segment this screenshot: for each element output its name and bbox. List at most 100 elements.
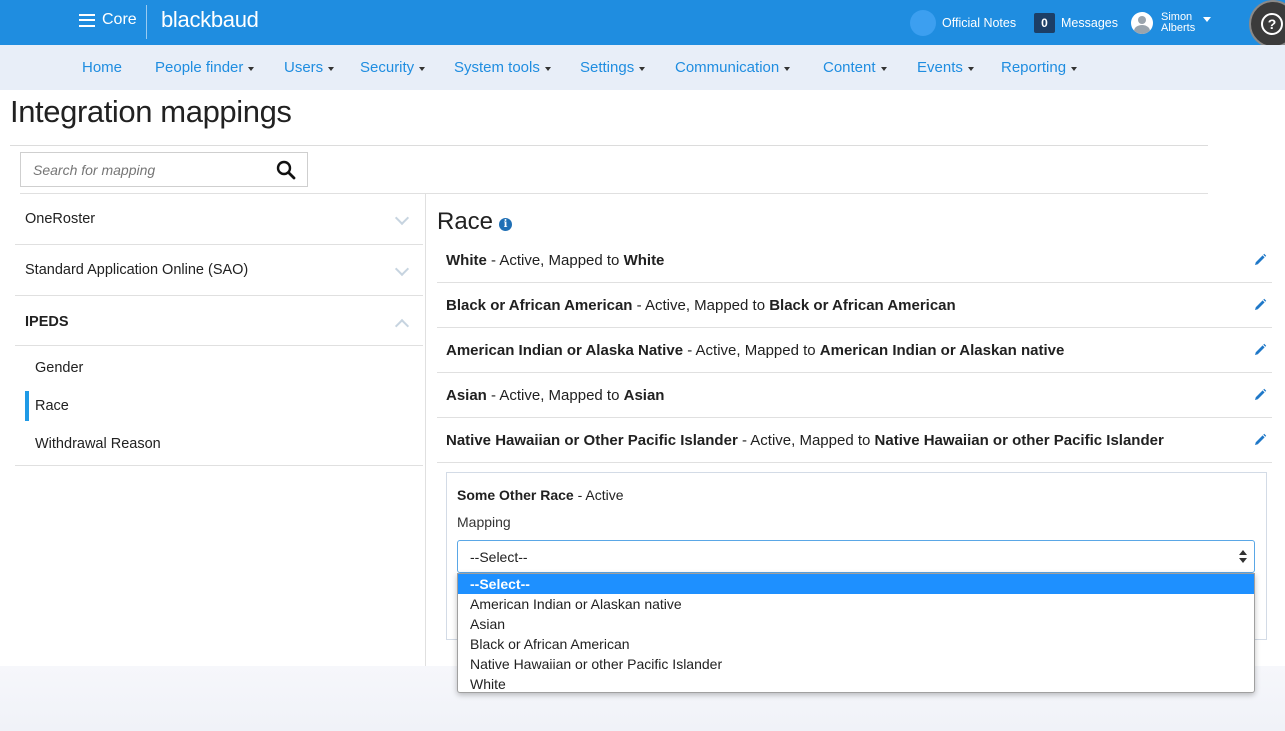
nav-people-finder-label: People finder [155, 59, 244, 76]
nav-communication[interactable]: Communication [675, 59, 791, 76]
editing-name: Some Other Race [457, 487, 574, 503]
nav-security[interactable]: Security [360, 59, 426, 76]
main-nav: Home People finder Users Security System… [0, 45, 1285, 90]
sidebar-item-race[interactable]: Race [35, 398, 69, 414]
dropdown-option[interactable]: --Select-- [458, 574, 1254, 594]
mapping-select-value: --Select-- [470, 549, 528, 565]
row-status: - Active, Mapped to [632, 297, 770, 314]
pencil-icon[interactable] [1253, 298, 1267, 312]
accordion-ipeds[interactable]: IPEDS [25, 314, 69, 330]
help-button[interactable]: ? [1249, 0, 1285, 48]
mapping-dropdown-list: --Select-- American Indian or Alaskan na… [457, 573, 1255, 693]
nav-reporting-label: Reporting [1001, 59, 1067, 76]
official-notes-label: Official Notes [942, 15, 1017, 30]
accordion-sao[interactable]: Standard Application Online (SAO) [25, 262, 248, 278]
mapping-select[interactable]: --Select-- [457, 540, 1255, 573]
divider [437, 327, 1272, 328]
top-bar: Core blackbaud Official Notes 0 Messages… [0, 0, 1285, 48]
row-name: Black or African American [446, 297, 633, 314]
accordion-oneroster[interactable]: OneRoster [25, 211, 95, 227]
nav-content-label: Content [823, 59, 876, 76]
row-name: American Indian or Alaska Native [446, 342, 684, 359]
notes-icon [910, 9, 936, 36]
sidebar-item-withdrawal-reason[interactable]: Withdrawal Reason [35, 436, 161, 452]
pencil-icon[interactable] [1253, 433, 1267, 447]
user-menu[interactable]: Simon Alberts [1131, 0, 1212, 45]
section-heading: Race i [437, 208, 513, 236]
dropdown-option[interactable]: Native Hawaiian or other Pacific Islande… [458, 654, 1254, 674]
nav-home[interactable]: Home [82, 59, 122, 76]
row-name: White [446, 252, 487, 269]
pencil-icon[interactable] [1253, 388, 1267, 402]
row-mapped: Asian [623, 387, 665, 404]
row-status: - Active, Mapped to [486, 252, 624, 269]
page-title: Integration mappings [10, 94, 292, 129]
divider [20, 193, 1208, 194]
nav-people-finder[interactable]: People finder [155, 59, 255, 76]
mapping-row: Black or African American - Active, Mapp… [446, 297, 956, 314]
column-divider [425, 193, 426, 666]
sidebar-item-gender[interactable]: Gender [35, 360, 83, 376]
mapping-row: White - Active, Mapped to White [446, 252, 664, 269]
mapping-row: Asian - Active, Mapped to Asian [446, 387, 664, 404]
nav-settings-label: Settings [580, 59, 635, 76]
nav-home-label: Home [82, 59, 123, 76]
messages-link[interactable]: 0 Messages [1034, 0, 1118, 45]
caret-down-icon [544, 66, 551, 71]
row-name: Asian [446, 387, 487, 404]
user-name: Simon Alberts [1161, 11, 1195, 34]
dropdown-option[interactable]: Asian [458, 614, 1254, 634]
nav-events-label: Events [917, 59, 963, 76]
divider [15, 345, 423, 346]
brand-divider [146, 5, 147, 39]
info-icon[interactable]: i [499, 217, 513, 231]
nav-users[interactable]: Users [284, 59, 335, 76]
row-status: - Active, Mapped to [683, 342, 820, 359]
divider [15, 244, 423, 245]
divider [437, 282, 1272, 283]
official-notes-link[interactable]: Official Notes [910, 0, 1016, 45]
nav-settings[interactable]: Settings [580, 59, 646, 76]
search-input[interactable] [21, 153, 266, 186]
search-box [20, 152, 308, 187]
mapping-row: American Indian or Alaska Native - Activ… [446, 342, 1064, 359]
hamburger-icon [79, 13, 95, 27]
nav-communication-label: Communication [675, 59, 780, 76]
avatar-icon [1131, 11, 1153, 34]
app-name: Core [102, 11, 137, 28]
pencil-icon[interactable] [1253, 343, 1267, 357]
nav-reporting[interactable]: Reporting [1001, 59, 1078, 76]
row-mapped: Black or African American [769, 297, 956, 314]
divider [437, 417, 1272, 418]
caret-down-icon [248, 66, 255, 71]
app-menu-button[interactable]: Core [79, 11, 137, 29]
row-status: - Active, Mapped to [737, 432, 875, 449]
chevron-down-icon[interactable] [394, 210, 410, 226]
blackbaud-logo: blackbaud [161, 7, 259, 32]
mapping-row: Native Hawaiian or Other Pacific Islande… [446, 432, 1164, 449]
select-arrows-icon [1239, 549, 1247, 565]
editing-row-title: Some Other Race - Active [457, 487, 624, 503]
row-mapped: White [623, 252, 665, 269]
search-icon[interactable] [276, 160, 296, 180]
dropdown-option[interactable]: White [458, 674, 1254, 692]
pencil-icon[interactable] [1253, 253, 1267, 267]
chevron-down-icon[interactable] [394, 261, 410, 277]
mapping-label: Mapping [457, 514, 511, 530]
row-mapped: American Indian or Alaskan native [819, 342, 1065, 359]
active-indicator [25, 391, 29, 421]
divider [437, 462, 1272, 463]
divider [15, 295, 423, 296]
row-name: Native Hawaiian or Other Pacific Islande… [446, 432, 738, 449]
nav-system-tools[interactable]: System tools [454, 59, 551, 76]
nav-content[interactable]: Content [823, 59, 887, 76]
divider [10, 145, 1208, 146]
chevron-up-icon[interactable] [394, 318, 410, 334]
caret-down-icon [328, 66, 335, 71]
caret-down-icon [967, 66, 974, 71]
caret-down-icon [419, 66, 426, 71]
nav-users-label: Users [284, 59, 324, 76]
dropdown-option[interactable]: Black or African American [458, 634, 1254, 654]
nav-events[interactable]: Events [917, 59, 974, 76]
dropdown-option[interactable]: American Indian or Alaskan native [458, 594, 1254, 614]
